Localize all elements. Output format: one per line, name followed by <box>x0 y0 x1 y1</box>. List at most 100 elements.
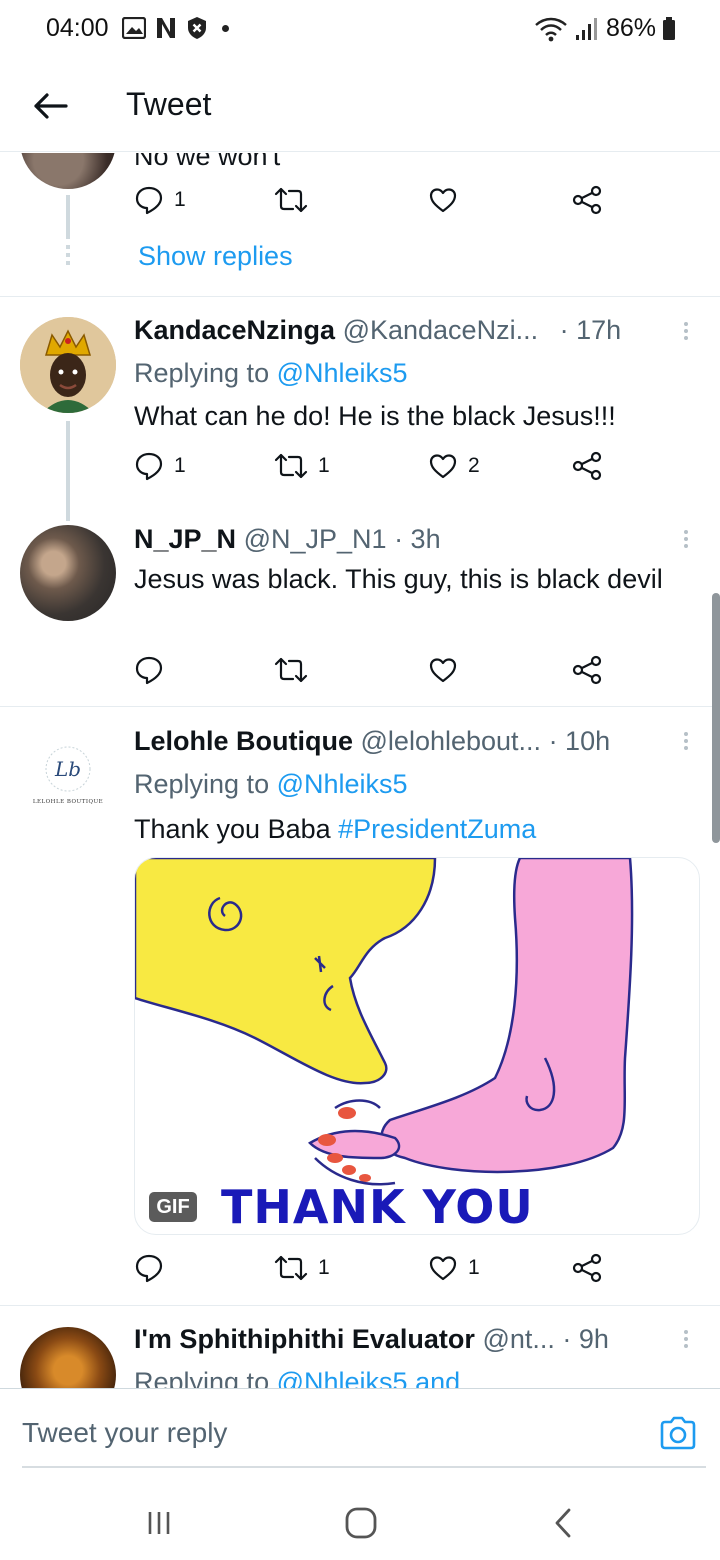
tweet-text-body: Thank you Baba <box>134 814 331 844</box>
hashtag-link[interactable]: #PresidentZuma <box>338 814 536 844</box>
retweet-count: 1 <box>318 1256 330 1279</box>
share-button[interactable] <box>572 655 602 685</box>
user-handle[interactable]: @KandaceNzi... <box>343 315 539 345</box>
svg-text:Lb: Lb <box>54 757 81 781</box>
replying-to-link[interactable]: @Nhleiks5 <box>277 358 408 388</box>
thread-dots <box>66 245 70 265</box>
more-options-icon[interactable] <box>682 527 690 551</box>
replying-to-link[interactable]: @Nhleiks5 <box>277 769 408 799</box>
gif-badge: GIF <box>149 1192 197 1222</box>
like-button[interactable]: 1 <box>428 1253 480 1283</box>
tweet-text: Thank you Baba #PresidentZuma <box>134 812 536 846</box>
divider <box>0 706 720 707</box>
display-name[interactable]: Lelohle Boutique <box>134 726 353 756</box>
reply-icon <box>135 1254 163 1283</box>
signal-icon <box>575 17 597 40</box>
reply-button[interactable]: 1 <box>134 451 186 481</box>
retweet-icon <box>274 1255 308 1281</box>
retweet-button[interactable] <box>274 655 308 685</box>
thank-you-gif-illustration <box>135 858 634 1186</box>
back-arrow-icon[interactable] <box>30 86 70 126</box>
app-bar: Tweet <box>0 60 720 152</box>
reply-input[interactable]: Tweet your reply <box>22 1417 227 1449</box>
reply-button[interactable]: 1 <box>134 185 186 215</box>
retweet-button[interactable]: 1 <box>274 1253 330 1283</box>
tweet-actions: 1 1 2 <box>134 451 614 487</box>
status-bar: 04:00 86% <box>0 0 720 60</box>
avatar[interactable] <box>20 153 116 189</box>
reply-bar: Tweet your reply <box>0 1388 720 1470</box>
tweet-text: Jesus was black. This guy, this is black… <box>134 564 663 594</box>
like-button[interactable]: 2 <box>428 451 480 481</box>
netflix-icon <box>157 18 175 38</box>
user-handle[interactable]: @N_JP_N1 <box>244 524 387 554</box>
share-icon <box>572 1253 602 1283</box>
replying-label: Replying to <box>134 769 270 799</box>
display-name[interactable]: KandaceNzinga <box>134 315 335 345</box>
share-icon <box>572 185 602 215</box>
tweet-header: N_JP_N @N_JP_N1 · 3h <box>134 522 441 556</box>
tweet-header: Lelohle Boutique @lelohlebout... · 10h <box>134 724 610 758</box>
scrollbar[interactable] <box>712 593 720 843</box>
reply-button[interactable] <box>134 655 164 685</box>
avatar[interactable]: Lb LELOHLE BOUTIQUE <box>20 723 116 819</box>
heart-icon <box>429 454 457 479</box>
avatar[interactable] <box>20 317 116 413</box>
like-count: 1 <box>468 1256 480 1279</box>
reply-button[interactable] <box>134 1253 164 1283</box>
avatar[interactable] <box>20 1327 116 1388</box>
heart-icon <box>429 658 457 683</box>
more-options-icon[interactable] <box>682 319 690 343</box>
retweet-button[interactable]: 1 <box>274 451 330 481</box>
replying-to-link[interactable]: @Nhleiks5 and <box>277 1367 461 1388</box>
shield-icon <box>188 17 206 39</box>
more-options-icon[interactable] <box>682 1327 690 1351</box>
home-icon[interactable] <box>344 1506 378 1540</box>
divider <box>0 296 720 297</box>
retweet-button[interactable] <box>274 185 308 215</box>
status-notification-icons <box>122 16 229 40</box>
tweet-time: · 10h <box>548 726 611 756</box>
display-name[interactable]: N_JP_N <box>134 524 236 554</box>
battery-icon <box>663 16 675 40</box>
camera-icon[interactable] <box>658 1413 698 1453</box>
boutique-logo: Lb LELOHLE BOUTIQUE <box>33 746 103 805</box>
gallery-icon <box>122 17 146 39</box>
gif-media[interactable]: GIF THANK YOU <box>134 857 700 1235</box>
avatar-crown-portrait <box>20 317 116 413</box>
tweet-time: · 9h <box>562 1324 609 1354</box>
avatar[interactable] <box>20 525 116 621</box>
share-button[interactable] <box>572 451 602 481</box>
share-button[interactable] <box>572 1253 602 1283</box>
display-name[interactable]: I'm Sphithiphithi Evaluator <box>134 1324 475 1354</box>
user-handle[interactable]: @nt... <box>482 1324 554 1354</box>
battery-percent: 86% <box>605 14 656 42</box>
tweet-actions <box>134 655 614 691</box>
retweet-count: 1 <box>318 454 330 477</box>
reply-underline <box>22 1466 706 1468</box>
like-button[interactable] <box>428 655 458 685</box>
retweet-icon <box>274 657 308 683</box>
reply-count: 1 <box>174 188 186 211</box>
replies-feed[interactable]: No we won't 1 Show replies KandaceNzinga… <box>0 153 720 1388</box>
replying-to: Replying to @Nhleiks5 <box>134 767 408 801</box>
user-handle[interactable]: @lelohlebout... <box>361 726 542 756</box>
back-nav-icon[interactable] <box>550 1506 576 1540</box>
system-nav-bar <box>0 1470 720 1560</box>
more-options-icon[interactable] <box>682 729 690 753</box>
reply-icon <box>135 656 163 685</box>
thread-line <box>66 195 70 239</box>
tweet-time: · 3h <box>394 524 441 554</box>
recent-apps-icon[interactable] <box>144 1508 174 1538</box>
replying-to: Replying to @Nhleiks5 <box>134 356 408 390</box>
reply-count: 1 <box>174 454 186 477</box>
share-icon <box>572 655 602 685</box>
like-count: 2 <box>468 454 480 477</box>
replying-label: Replying to <box>134 358 270 388</box>
heart-icon <box>429 1256 457 1281</box>
wifi-icon <box>535 17 567 41</box>
dot-icon <box>222 24 229 32</box>
share-button[interactable] <box>572 185 602 215</box>
like-button[interactable] <box>428 185 458 215</box>
show-replies-link[interactable]: Show replies <box>138 239 293 273</box>
